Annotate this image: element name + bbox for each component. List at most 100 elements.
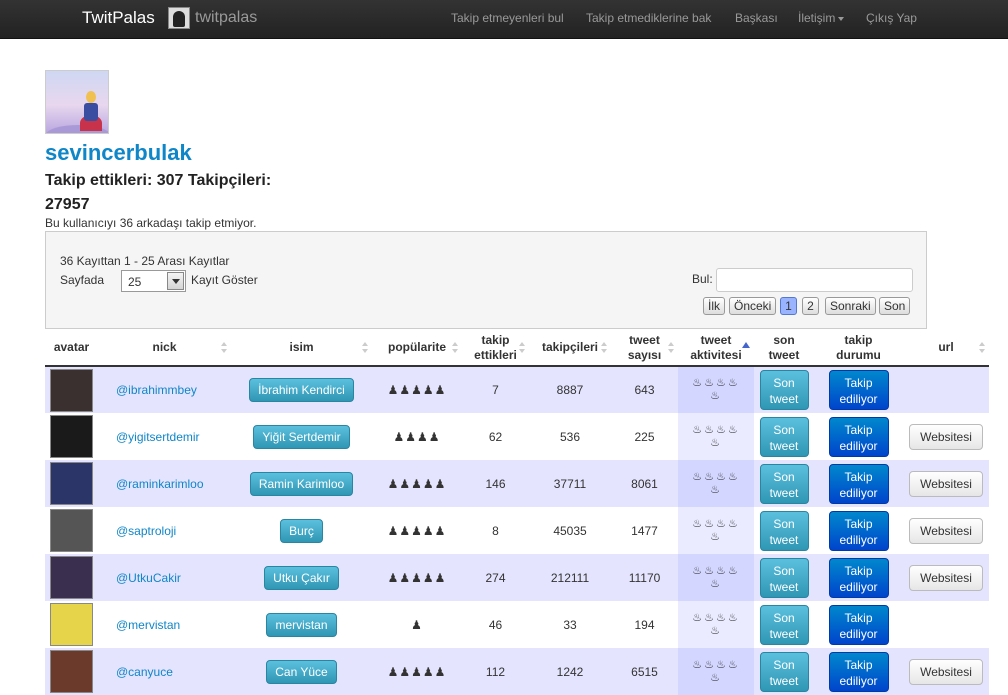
- user-name-button[interactable]: mervistan: [266, 612, 337, 637]
- person-icon: ♟: [417, 429, 429, 444]
- search-input[interactable]: [716, 268, 913, 292]
- cell-last-tweet: Son tweet: [754, 460, 814, 507]
- cell-follow-status: Takip ediliyor: [814, 413, 903, 460]
- tweet-activity-cell: ♨♨♨♨♨: [678, 507, 754, 554]
- website-button[interactable]: Websitesi: [909, 423, 983, 450]
- person-icon: ♟: [422, 476, 435, 491]
- user-avatar[interactable]: [50, 603, 93, 646]
- pager-page-2[interactable]: 2: [802, 297, 819, 315]
- col-header-url[interactable]: url: [903, 330, 989, 367]
- last-tweet-button[interactable]: Son tweet: [759, 651, 809, 692]
- website-button[interactable]: Websitesi: [909, 517, 983, 544]
- user-nick-link[interactable]: @saptroloji: [98, 507, 231, 554]
- table-controls: 36 Kayıttan 1 - 25 Arası Kayıtlar Sayfad…: [45, 231, 927, 329]
- unfollow-notice: Bu kullanıcıyı 36 arkadaşı takip etmiyor…: [45, 216, 257, 230]
- website-button[interactable]: Websitesi: [909, 658, 983, 685]
- pager-first[interactable]: İlk: [703, 297, 725, 315]
- person-icon: ♟: [399, 523, 412, 538]
- person-icon: ♟: [434, 476, 447, 491]
- pager-page-1[interactable]: 1: [780, 297, 797, 315]
- flame-icon: ♨: [727, 423, 740, 436]
- cell-last-tweet: Son tweet: [754, 601, 814, 648]
- user-avatar[interactable]: [50, 556, 93, 599]
- user-avatar[interactable]: [50, 462, 93, 505]
- tweet-count: 8061: [611, 460, 678, 507]
- follow-status-button[interactable]: Takip ediliyor: [828, 370, 889, 410]
- nav-contact-label: İletişim: [798, 11, 836, 25]
- person-icon: ♟: [411, 664, 423, 679]
- tweet-count: 1477: [611, 507, 678, 554]
- nav-someone-else[interactable]: Başkası: [735, 11, 778, 25]
- activity-flames: ♨♨♨♨♨: [690, 612, 742, 638]
- col-header-isim[interactable]: isim: [231, 330, 372, 367]
- user-name-button[interactable]: Burç: [280, 518, 323, 543]
- nav-find-unfollowers[interactable]: Takip etmeyenleri bul: [451, 11, 564, 25]
- user-name-button[interactable]: Yiğit Sertdemir: [253, 424, 350, 449]
- col-header-nick[interactable]: nick: [98, 330, 231, 367]
- last-tweet-button[interactable]: Son tweet: [759, 370, 809, 410]
- tweet-count: 643: [611, 366, 678, 413]
- pager-last[interactable]: Son: [879, 297, 911, 315]
- user-avatar[interactable]: [50, 509, 93, 552]
- website-button[interactable]: Websitesi: [909, 470, 983, 497]
- cell-url: Websitesi: [903, 648, 989, 695]
- website-button[interactable]: Websitesi: [909, 564, 983, 591]
- profile-username[interactable]: sevincerbulak: [45, 140, 192, 166]
- user-nick-link[interactable]: @canyuce: [98, 648, 231, 695]
- user-nick-link[interactable]: @ibrahimmbey: [98, 366, 231, 413]
- profile-avatar: [45, 70, 109, 134]
- follow-status-button[interactable]: Takip ediliyor: [828, 463, 889, 504]
- tweet-activity-cell: ♨♨♨♨♨: [678, 648, 754, 695]
- user-nick-link[interactable]: @raminkarimloo: [98, 460, 231, 507]
- user-avatar[interactable]: [50, 415, 93, 458]
- brand-title[interactable]: TwitPalas: [82, 8, 155, 28]
- col-header-takip-ettikleri[interactable]: takip ettikleri: [462, 330, 529, 367]
- logo-icon[interactable]: [168, 7, 190, 29]
- user-name-button[interactable]: İbrahim Kendirci: [249, 378, 354, 402]
- nav-logout[interactable]: Çıkış Yap: [866, 11, 917, 25]
- follow-status-button[interactable]: Takip ediliyor: [828, 416, 889, 457]
- pager-prev[interactable]: Önceki: [729, 297, 777, 315]
- col-header-tweet-aktivitesi[interactable]: tweet aktivitesi: [678, 330, 754, 367]
- last-tweet-button[interactable]: Son tweet: [759, 557, 809, 598]
- follow-status-button[interactable]: Takip ediliyor: [828, 510, 889, 551]
- user-avatar[interactable]: [50, 368, 93, 412]
- user-nick-link[interactable]: @yigitsertdemir: [98, 413, 231, 460]
- table-body: @ibrahimmbey İbrahim Kendirci ♟♟♟♟♟ 7 8887 64…: [45, 366, 989, 695]
- last-tweet-button[interactable]: Son tweet: [759, 604, 809, 645]
- popularity-cell: ♟♟♟♟♟: [372, 554, 462, 601]
- logo-text[interactable]: twitpalas: [195, 9, 257, 27]
- follow-status-button[interactable]: Takip ediliyor: [828, 604, 889, 645]
- cell-avatar: [45, 554, 98, 601]
- chevron-down-icon: [838, 16, 845, 21]
- cell-last-tweet: Son tweet: [754, 648, 814, 695]
- user-avatar[interactable]: [50, 650, 93, 693]
- user-name-button[interactable]: Utku Çakır: [264, 565, 339, 590]
- cell-isim: Can Yüce: [231, 648, 372, 695]
- following-count: 146: [462, 460, 529, 507]
- person-icon: ♟: [405, 429, 417, 444]
- follow-status-button[interactable]: Takip ediliyor: [828, 651, 889, 692]
- dropdown-arrow-icon[interactable]: [167, 272, 184, 290]
- activity-flames: ♨♨♨♨♨: [690, 565, 742, 591]
- col-header-tweet-sayısı[interactable]: tweet sayısı: [611, 330, 678, 367]
- flame-icon: ♨: [692, 377, 705, 389]
- nav-contact[interactable]: İletişim: [798, 11, 845, 25]
- last-tweet-button[interactable]: Son tweet: [759, 510, 809, 551]
- last-tweet-button[interactable]: Son tweet: [759, 416, 809, 457]
- user-name-button[interactable]: Ramin Karimloo: [249, 471, 354, 496]
- col-header-popülarite[interactable]: popülarite: [372, 330, 462, 367]
- person-icon: ♟: [411, 617, 423, 632]
- per-page-select[interactable]: 25: [121, 270, 186, 292]
- user-name-button[interactable]: Can Yüce: [266, 659, 337, 684]
- last-tweet-button[interactable]: Son tweet: [759, 463, 809, 504]
- nav-not-following[interactable]: Takip etmediklerine bak: [586, 11, 711, 25]
- col-header-takipçileri[interactable]: takipçileri: [529, 330, 611, 367]
- user-nick-link[interactable]: @UtkuCakir: [98, 554, 231, 601]
- cell-isim: Burç: [231, 507, 372, 554]
- pager-next[interactable]: Sonraki: [825, 297, 876, 315]
- user-nick-link[interactable]: @mervistan: [98, 601, 231, 648]
- follow-status-button[interactable]: Takip ediliyor: [828, 557, 889, 598]
- flame-icon: ♨: [716, 470, 728, 483]
- cell-isim: Ramin Karimloo: [231, 460, 372, 507]
